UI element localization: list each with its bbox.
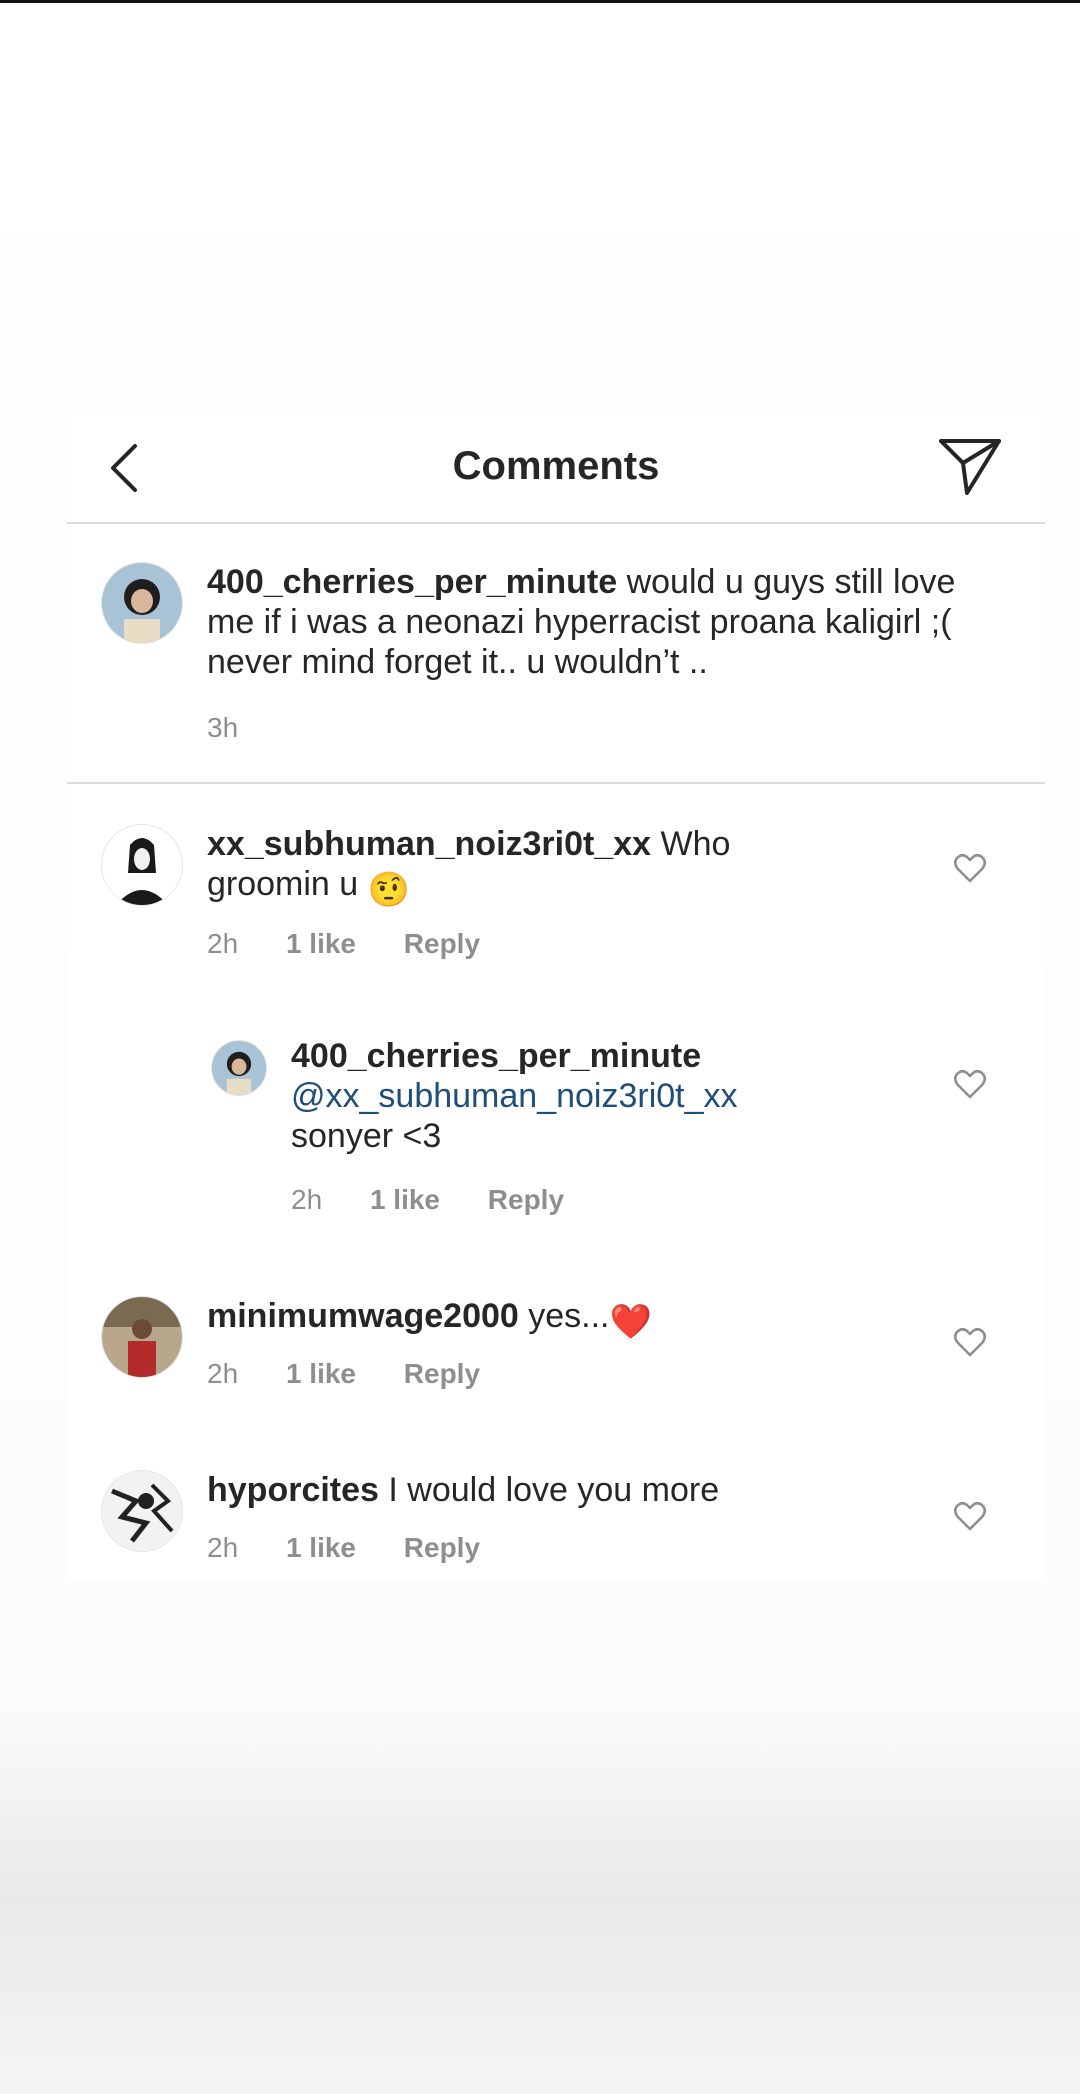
comment-time: 2h [207,1358,239,1389]
raised-eyebrow-emoji: 🤨 [367,871,410,909]
profile-photo-icon [102,1471,182,1551]
profile-photo-icon [102,1297,182,1377]
like-heart-icon[interactable] [953,852,987,884]
caption-time: 3h [207,712,239,743]
comment-body: I would love you more [388,1471,720,1509]
comment-meta: 2h 1 like Reply [207,1532,520,1564]
reply-time: 2h [291,1184,323,1215]
comment-time: 2h [207,1532,239,1563]
reply-button[interactable]: Reply [404,928,480,959]
page-title: Comments [452,444,660,488]
header-bar: Comments [67,410,1045,524]
caption-meta: 3h [207,712,278,744]
reply-text: 400_cherries_per_minute @xx_subhuman_noi… [291,1036,811,1156]
avatar[interactable] [101,824,183,906]
like-count[interactable]: 1 like [286,928,356,959]
avatar[interactable] [101,562,183,644]
share-button[interactable] [937,435,1003,497]
reply-button[interactable]: Reply [488,1184,564,1215]
reply-button[interactable]: Reply [404,1532,480,1563]
like-heart-icon[interactable] [953,1068,987,1100]
reply-body: sonyer <3 [291,1117,442,1155]
comment-meta: 2h 1 like Reply [207,1358,520,1390]
avatar[interactable] [211,1040,267,1096]
caption-divider [67,782,1045,784]
avatar[interactable] [101,1296,183,1378]
comment-text: hyporcites I would love you more [207,1470,907,1510]
top-edge-line [0,0,1080,3]
comment-text: minimumwage2000 yes...❤️ [207,1296,907,1342]
like-count[interactable]: 1 like [370,1184,440,1215]
comment-body: yes... [528,1297,610,1335]
caption-username[interactable]: 400_cherries_per_minute [207,563,617,601]
comment-meta: 2h 1 like Reply [207,928,520,960]
like-count[interactable]: 1 like [286,1532,356,1563]
reply-username[interactable]: 400_cherries_per_minute [291,1036,811,1076]
reply-button[interactable]: Reply [404,1358,480,1389]
like-heart-icon[interactable] [953,1500,987,1532]
red-heart-emoji: ❤️ [609,1303,652,1341]
profile-photo-icon [212,1041,266,1095]
caption-text: 400_cherries_per_minute would u guys sti… [207,562,967,682]
comment-time: 2h [207,928,239,959]
comment-username[interactable]: xx_subhuman_noiz3ri0t_xx [207,825,651,863]
comment-username[interactable]: hyporcites [207,1471,379,1509]
reply-meta: 2h 1 like Reply [291,1184,604,1216]
like-count[interactable]: 1 like [286,1358,356,1389]
comment-text: xx_subhuman_noiz3ri0t_xx Who groomin u 🤨 [207,824,767,910]
comments-panel: Comments 400_cherries_per_minute would u… [67,410,1045,1580]
comment-username[interactable]: minimumwage2000 [207,1297,519,1335]
mention-link[interactable]: @xx_subhuman_noiz3ri0t_xx [291,1076,811,1116]
paper-plane-icon [939,439,1001,495]
profile-photo-icon [102,825,182,905]
avatar[interactable] [101,1470,183,1552]
like-heart-icon[interactable] [953,1326,987,1358]
profile-photo-icon [102,563,182,643]
